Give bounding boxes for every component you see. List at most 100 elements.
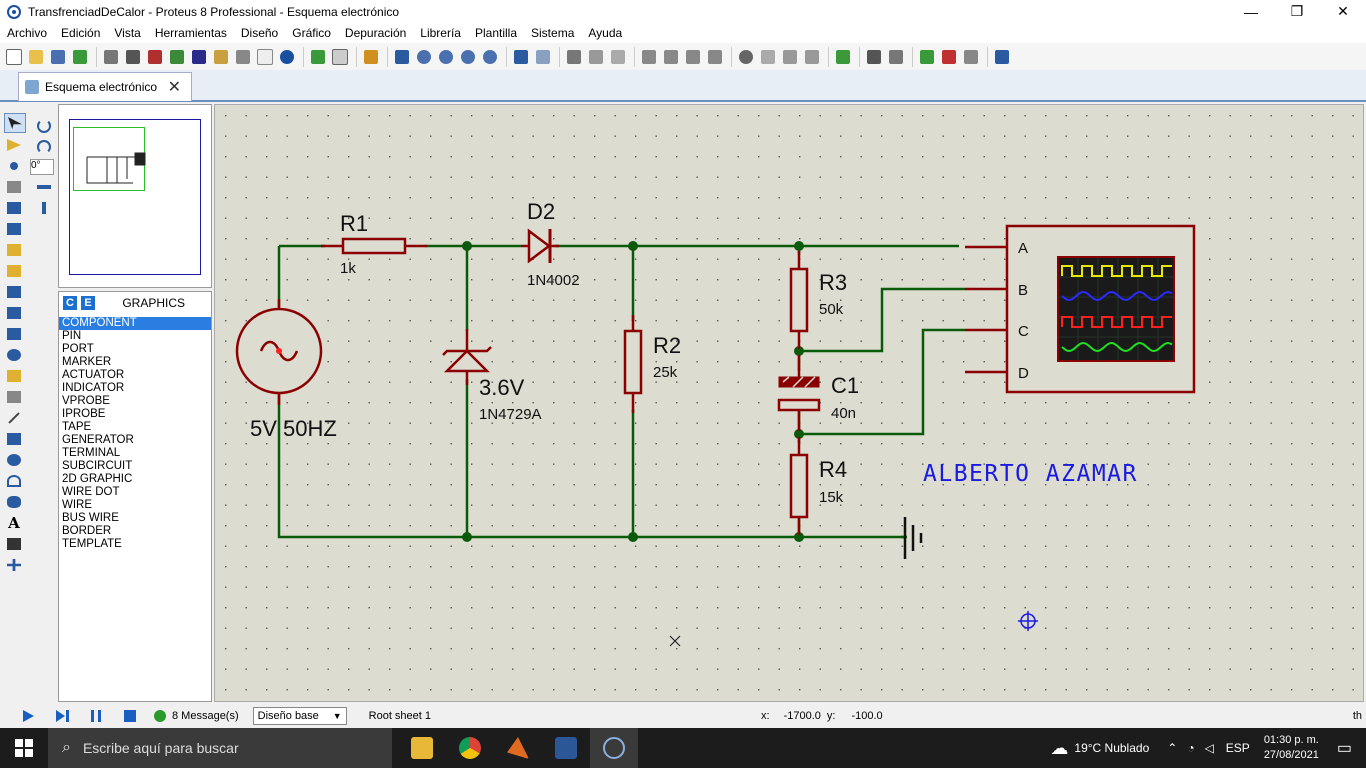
- source-icon[interactable]: [233, 47, 253, 67]
- buses-icon[interactable]: [4, 220, 24, 238]
- component-mode-icon[interactable]: [4, 136, 24, 154]
- schematic-canvas[interactable]: R1 1k D2 1N4002 3.6V 1N4729A R2 25k R3 5…: [214, 104, 1364, 702]
- copy-icon[interactable]: [586, 47, 606, 67]
- overview-window[interactable]: [58, 104, 212, 288]
- origin-icon[interactable]: [361, 47, 381, 67]
- pan-icon[interactable]: [392, 47, 412, 67]
- menu-vista[interactable]: Vista: [107, 26, 147, 40]
- stop-button-icon[interactable]: [122, 709, 138, 723]
- taskbar-search-box[interactable]: ⌕ Escribe aquí para buscar: [48, 728, 392, 768]
- messages-indicator[interactable]: 8 Message(s): [154, 710, 239, 722]
- list-item[interactable]: INDICATOR: [59, 382, 211, 395]
- pcb-icon[interactable]: [145, 47, 165, 67]
- play-button-icon[interactable]: [20, 709, 36, 723]
- list-item[interactable]: 2D GRAPHIC: [59, 473, 211, 486]
- list-item[interactable]: IPROBE: [59, 408, 211, 421]
- gerber-icon[interactable]: [189, 47, 209, 67]
- block-delete-icon[interactable]: [705, 47, 725, 67]
- layer-select[interactable]: Diseño base ▼: [252, 707, 347, 725]
- tape-recorder-icon[interactable]: [4, 325, 24, 343]
- subcircuit-icon[interactable]: [4, 241, 24, 259]
- list-item[interactable]: TEMPLATE: [59, 538, 211, 551]
- search-tag-icon[interactable]: [864, 47, 884, 67]
- circle-icon[interactable]: [4, 451, 24, 469]
- remove-sheet-icon[interactable]: [939, 47, 959, 67]
- virtual-instruments-icon[interactable]: [4, 388, 24, 406]
- list-item[interactable]: GENERATOR: [59, 434, 211, 447]
- list-item[interactable]: COMPONENT: [59, 317, 211, 330]
- menu-archivo[interactable]: Archivo: [0, 26, 54, 40]
- arc-icon[interactable]: [4, 472, 24, 490]
- path-icon[interactable]: [4, 493, 24, 511]
- decompose-icon[interactable]: [802, 47, 822, 67]
- network-icon[interactable]: ◔: [1187, 741, 1194, 755]
- restore-button[interactable]: ❐: [1274, 0, 1320, 23]
- block-move-icon[interactable]: [661, 47, 681, 67]
- home-icon[interactable]: [101, 47, 121, 67]
- list-item[interactable]: VPROBE: [59, 395, 211, 408]
- voltage-probe-icon[interactable]: [4, 367, 24, 385]
- junction-dot-icon[interactable]: [4, 157, 24, 175]
- grid-icon[interactable]: [330, 47, 350, 67]
- box-icon[interactable]: [4, 430, 24, 448]
- exit-to-parent-icon[interactable]: [961, 47, 981, 67]
- menu-plantilla[interactable]: Plantilla: [468, 26, 524, 40]
- schematic-icon[interactable]: [123, 47, 143, 67]
- notes-icon[interactable]: [255, 47, 275, 67]
- language-indicator[interactable]: ESP: [1226, 741, 1250, 755]
- windows-start-icon[interactable]: [0, 728, 48, 768]
- list-item[interactable]: TAPE: [59, 421, 211, 434]
- volume-icon[interactable]: ◁: [1205, 741, 1214, 755]
- zoom-out-icon[interactable]: [436, 47, 456, 67]
- clock[interactable]: 01:30 p. m. 27/08/2021: [1264, 733, 1319, 763]
- undo-icon[interactable]: [511, 47, 531, 67]
- generator-icon[interactable]: [4, 346, 24, 364]
- refresh-icon[interactable]: [308, 47, 328, 67]
- list-item[interactable]: BORDER: [59, 525, 211, 538]
- 3d-icon[interactable]: [167, 47, 187, 67]
- file-explorer-icon[interactable]: [398, 728, 446, 768]
- device-pins-icon[interactable]: [4, 283, 24, 301]
- wire-autorouter-icon[interactable]: [833, 47, 853, 67]
- selection-mode-icon[interactable]: [4, 113, 26, 133]
- list-item[interactable]: PORT: [59, 343, 211, 356]
- wire-label-icon[interactable]: [4, 178, 24, 196]
- redo-icon[interactable]: [533, 47, 553, 67]
- mirror-vertical-icon[interactable]: [34, 199, 54, 217]
- chrome-icon[interactable]: [446, 728, 494, 768]
- tab-close-icon[interactable]: ✕: [168, 77, 181, 97]
- list-item[interactable]: BUS WIRE: [59, 512, 211, 525]
- list-item[interactable]: SUBCIRCUIT: [59, 460, 211, 473]
- list-item[interactable]: TERMINAL: [59, 447, 211, 460]
- notifications-icon[interactable]: ▭: [1337, 738, 1352, 758]
- zoom-area-icon[interactable]: [480, 47, 500, 67]
- new-sheet-icon[interactable]: [917, 47, 937, 67]
- packaging-icon[interactable]: [780, 47, 800, 67]
- property-tool-icon[interactable]: [886, 47, 906, 67]
- menu-depuracion[interactable]: Depuración: [338, 26, 413, 40]
- menu-edicion[interactable]: Edición: [54, 26, 107, 40]
- tab-esquema-electronico[interactable]: Esquema electrónico ✕: [18, 72, 192, 101]
- menu-libreria[interactable]: Librería: [413, 26, 468, 40]
- list-item[interactable]: ACTUATOR: [59, 369, 211, 382]
- text-script-icon[interactable]: [4, 199, 24, 217]
- close-button[interactable]: ✕: [1320, 0, 1366, 23]
- list-item[interactable]: MARKER: [59, 356, 211, 369]
- step-button-icon[interactable]: [54, 709, 70, 723]
- terminals-icon[interactable]: [4, 262, 24, 280]
- library-manager-button[interactable]: E: [81, 296, 95, 310]
- word-icon[interactable]: [542, 728, 590, 768]
- new-file-icon[interactable]: [4, 47, 24, 67]
- rotate-clockwise-icon[interactable]: [34, 117, 54, 135]
- menu-herramientas[interactable]: Herramientas: [148, 26, 234, 40]
- menu-diseno[interactable]: Diseño: [234, 26, 285, 40]
- symbol-icon[interactable]: [4, 535, 24, 553]
- paste-icon[interactable]: [608, 47, 628, 67]
- rotate-anticlockwise-icon[interactable]: [34, 138, 54, 156]
- marker-icon[interactable]: [4, 556, 24, 574]
- bom-icon[interactable]: [211, 47, 231, 67]
- proteus-taskbar-icon[interactable]: [590, 728, 638, 768]
- minimize-button[interactable]: —: [1228, 0, 1274, 23]
- weather-text[interactable]: 19°C Nublado: [1074, 741, 1149, 755]
- list-item[interactable]: WIRE: [59, 499, 211, 512]
